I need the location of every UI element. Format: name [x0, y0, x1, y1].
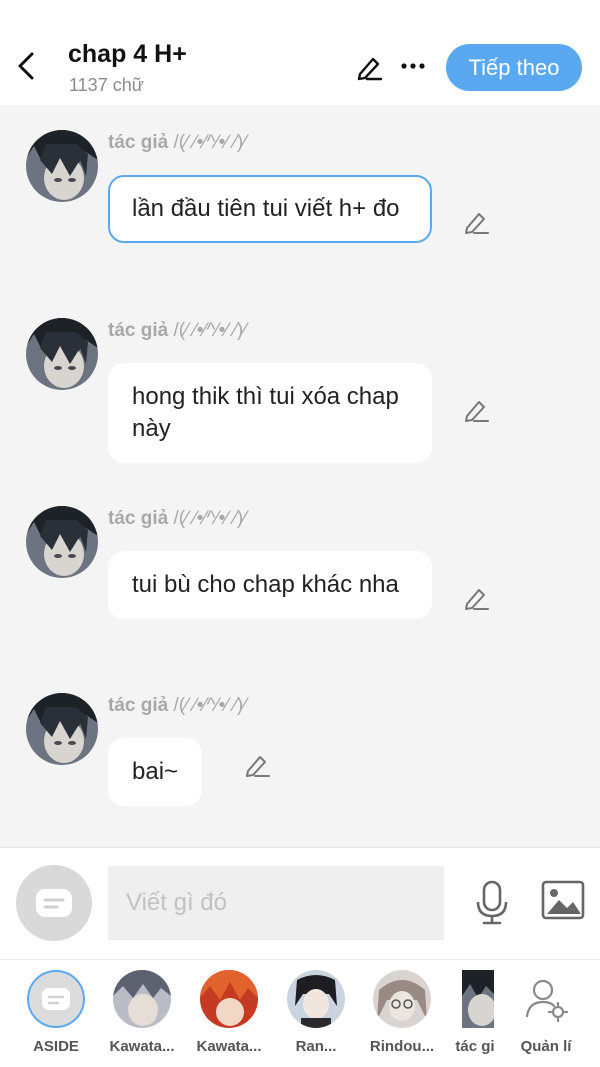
microphone-icon: [476, 880, 508, 925]
author-name: tác giả /(⁄ ⁄•⁄^⁄•⁄ ⁄)⁄: [108, 320, 246, 342]
character-item[interactable]: Kawata...: [102, 970, 182, 1055]
composer: [0, 847, 600, 959]
edit-message-button[interactable]: [243, 751, 271, 779]
author-avatar[interactable]: [26, 318, 98, 390]
character-avatar: [113, 970, 171, 1028]
pencil-icon: [246, 756, 270, 777]
voice-button[interactable]: [474, 880, 510, 926]
next-button[interactable]: Tiếp theo: [446, 44, 582, 91]
author-label: tác giả: [108, 132, 169, 153]
message-bubble[interactable]: tui bù cho chap khác nha: [108, 551, 432, 619]
character-item[interactable]: tác gi: [448, 970, 502, 1055]
author-avatar[interactable]: [26, 506, 98, 578]
author-emoticon: /(⁄ ⁄•⁄^⁄•⁄ ⁄)⁄: [173, 320, 247, 341]
character-label: Kawata...: [109, 1038, 175, 1055]
character-avatar: [462, 970, 494, 1028]
message-bubble[interactable]: bai~: [108, 738, 203, 806]
character-avatar: [373, 970, 431, 1028]
author-emoticon: /(⁄ ⁄•⁄^⁄•⁄ ⁄)⁄: [173, 508, 247, 529]
author-avatar[interactable]: [26, 693, 98, 765]
manage-characters-button[interactable]: Quản lí: [506, 970, 586, 1055]
word-count: 1137 chữ: [69, 75, 144, 95]
more-icon: [401, 63, 425, 69]
pencil-icon: [465, 401, 489, 422]
character-item[interactable]: Ran...: [276, 970, 356, 1055]
pencil-icon: [357, 57, 383, 81]
author-emoticon: /(⁄ ⁄•⁄^⁄•⁄ ⁄)⁄: [173, 132, 247, 153]
author-label: tác giả: [108, 695, 169, 716]
back-arrow-icon: [18, 52, 34, 80]
character-label: Quản lí: [520, 1038, 572, 1055]
author-emoticon: /(⁄ ⁄•⁄^⁄•⁄ ⁄)⁄: [173, 695, 247, 716]
character-avatar: [27, 970, 85, 1028]
character-bar: ASIDE Kawata... Kawata... Ran... Rindou.…: [0, 959, 600, 1067]
image-button[interactable]: [541, 880, 585, 920]
pencil-icon: [465, 589, 489, 610]
edit-message-button[interactable]: [462, 208, 490, 236]
character-avatar: [287, 970, 345, 1028]
more-options-button[interactable]: [400, 52, 426, 80]
chat-area: tác giả /(⁄ ⁄•⁄^⁄•⁄ ⁄)⁄ lần đầu tiên tui…: [0, 105, 600, 847]
message-bubble[interactable]: hong thik thì tui xóa chap này: [108, 363, 432, 463]
author-label: tác giả: [108, 320, 169, 341]
chapter-title: chap 4 H+: [68, 40, 187, 68]
character-item[interactable]: Rindou...: [362, 970, 442, 1055]
character-label: Rindou...: [369, 1038, 435, 1055]
back-button[interactable]: [12, 48, 42, 84]
edit-message-button[interactable]: [462, 584, 490, 612]
image-icon: [541, 880, 585, 920]
message-icon: [42, 988, 70, 1010]
author-label: tác giả: [108, 508, 169, 529]
pencil-icon: [465, 213, 489, 234]
message-icon: [36, 889, 72, 917]
character-label: Kawata...: [196, 1038, 262, 1055]
character-label: tác gi: [455, 1038, 495, 1055]
message-input[interactable]: [108, 866, 444, 940]
character-label: ASIDE: [33, 1038, 79, 1055]
author-name: tác giả /(⁄ ⁄•⁄^⁄•⁄ ⁄)⁄: [108, 695, 246, 717]
edit-chapter-button[interactable]: [354, 52, 384, 82]
edit-message-button[interactable]: [462, 396, 490, 424]
character-avatar: [200, 970, 258, 1028]
author-name: tác giả /(⁄ ⁄•⁄^⁄•⁄ ⁄)⁄: [108, 132, 246, 154]
message-bubble[interactable]: lần đầu tiên tui viết h+ đo: [108, 175, 432, 243]
author-name: tác giả /(⁄ ⁄•⁄^⁄•⁄ ⁄)⁄: [108, 508, 246, 530]
character-aside[interactable]: ASIDE: [16, 970, 96, 1055]
top-bar: chap 4 H+ 1137 chữ Tiếp theo: [0, 0, 600, 105]
character-label: Ran...: [295, 1038, 337, 1055]
author-avatar[interactable]: [26, 130, 98, 202]
character-item[interactable]: Kawata...: [189, 970, 269, 1055]
aside-toggle-button[interactable]: [16, 865, 92, 941]
user-settings-icon: [517, 970, 575, 1028]
